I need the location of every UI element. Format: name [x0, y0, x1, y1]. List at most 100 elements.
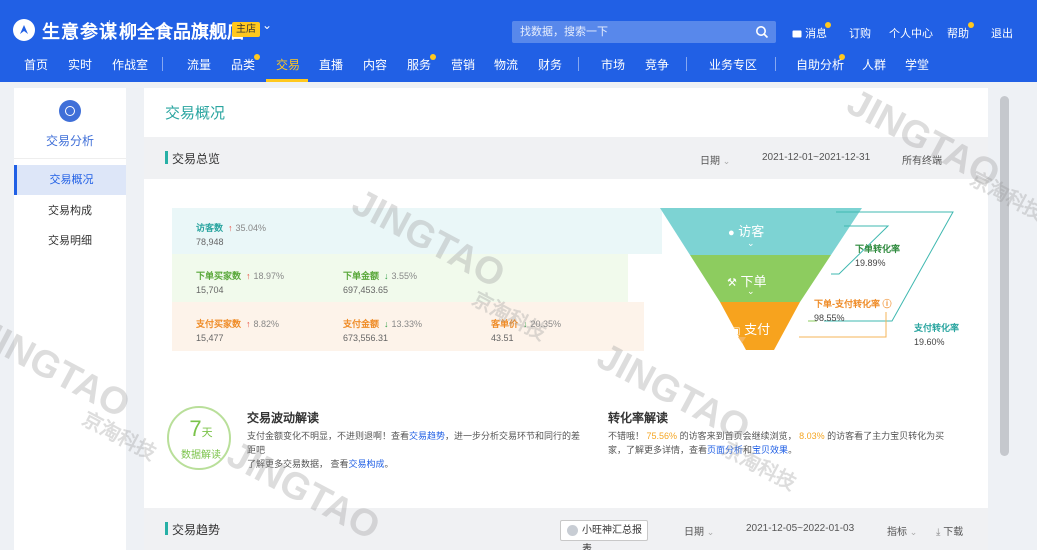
metric-value: 78,948: [196, 237, 224, 247]
metric-order-buyers[interactable]: 下单买家数 ↑ 18.97% 15,704: [196, 269, 284, 295]
nav-item-realtime[interactable]: 实时: [68, 56, 92, 73]
report-icon: [567, 525, 578, 536]
nav-item-self-analysis[interactable]: 自助分析: [796, 56, 844, 73]
search-icon[interactable]: [755, 25, 769, 39]
store-switch-chevron-icon[interactable]: ⌄: [262, 18, 272, 32]
metric-label: 支付金额: [343, 319, 380, 329]
metric-label: 下单买家数: [196, 271, 242, 281]
profile-link[interactable]: 个人中心: [889, 25, 933, 41]
subscribe-link[interactable]: 订购: [849, 25, 871, 41]
nav-item-category[interactable]: 品类: [231, 56, 255, 73]
metric-label: 访客数: [196, 223, 224, 233]
nav-item-trade[interactable]: 交易: [276, 56, 300, 73]
metric-change: 18.97%: [253, 271, 285, 281]
wallet-icon: ▣: [731, 326, 741, 337]
wave-insight-text: 支付金额变化不明显，不进则退啊！查看交易趋势，进一步分析交易环节和同行的差距吧 …: [247, 431, 581, 469]
trend-title: 交易趋势: [172, 523, 221, 537]
scrollbar-thumb[interactable]: [1000, 96, 1009, 456]
download-button[interactable]: ⤓ 下载: [936, 523, 963, 538]
main-nav: 首页 实时 作战室 流量 品类 交易 直播 内容 服务 营销 物流 财务 市场 …: [0, 50, 1037, 82]
metric-value: 673,556.31: [343, 333, 389, 343]
chevron-down-icon: ⌄: [909, 527, 918, 537]
message-icon: [792, 30, 802, 38]
section-accent: [165, 151, 168, 164]
search-input[interactable]: [512, 21, 752, 43]
trend-date-range: 2021-12-05~2022-01-03: [746, 523, 855, 534]
overview-title: 交易总览: [172, 152, 221, 166]
funnel-chevron-icon: ⌄: [747, 238, 755, 248]
metric-change: 35.04%: [235, 223, 267, 233]
sidebar-item-overview[interactable]: 交易概况: [14, 165, 126, 195]
nav-item-traffic[interactable]: 流量: [187, 56, 211, 73]
nav-item-marketing[interactable]: 营销: [451, 56, 475, 73]
order-rate-value: 19.89%: [855, 258, 886, 268]
brand-title: 生意参谋: [42, 22, 118, 42]
sidebar: 交易分析 交易概况 交易构成 交易明细: [14, 88, 126, 550]
logo-icon: [13, 19, 35, 41]
chevron-down-icon: ⌄: [722, 156, 731, 166]
date-label: 日期: [684, 527, 704, 538]
download-icon: ⤓: [936, 527, 941, 538]
sidebar-item-details[interactable]: 交易明细: [14, 226, 126, 256]
overview-date-selector[interactable]: 日期 ⌄: [700, 152, 730, 167]
active-nav-indicator: [266, 79, 308, 82]
metric-label: 客单价: [491, 319, 519, 329]
seven-day-badge[interactable]: 7天 数据解读: [167, 406, 231, 470]
nav-item-warroom[interactable]: 作战室: [112, 56, 148, 73]
trade-composition-link[interactable]: 交易构成: [349, 459, 385, 469]
sidebar-divider: [14, 158, 126, 159]
metric-visitors[interactable]: 访客数 ↑ 35.04% 78,948: [196, 221, 266, 247]
sidebar-item-composition[interactable]: 交易构成: [14, 196, 126, 226]
category-dot: [254, 54, 260, 60]
metric-change: 3.55%: [391, 271, 418, 281]
help-link[interactable]: 帮助: [947, 25, 969, 41]
arrow-down-icon: ↓: [384, 271, 389, 281]
report-button[interactable]: 小旺神汇总报表: [560, 520, 648, 550]
metric-unit-price[interactable]: 客单价 ↓ 20.35% 43.51: [491, 317, 561, 343]
arrow-up-icon: ↑: [228, 223, 233, 233]
pay-rate: 支付转化率 19.60%: [914, 321, 959, 347]
nav-item-competition[interactable]: 竞争: [645, 56, 669, 73]
conversion-insight-text: 不错哦！ 75.56% 的访客来到首页会继续浏览， 8.03% 的访客看了主力宝…: [608, 431, 945, 455]
nav-item-home[interactable]: 首页: [24, 56, 48, 73]
nav-item-finance[interactable]: 财务: [538, 56, 562, 73]
page-title: 交易概况: [165, 105, 226, 122]
nav-item-live[interactable]: 直播: [319, 56, 343, 73]
nav-item-market[interactable]: 市场: [601, 56, 625, 73]
nav-item-content[interactable]: 内容: [363, 56, 387, 73]
nav-item-academy[interactable]: 学堂: [905, 56, 929, 73]
pay-rate-value: 19.60%: [914, 337, 945, 347]
sidebar-title: 交易分析: [45, 134, 94, 148]
metric-pay-amount[interactable]: 支付金额 ↓ 13.33% 673,556.31: [343, 317, 422, 343]
nav-divider: [162, 57, 163, 71]
metric-value: 697,453.65: [343, 285, 389, 295]
nav-item-logistics[interactable]: 物流: [494, 56, 518, 73]
order-pay-rate-value: 98.55%: [814, 313, 845, 323]
indicator-selector[interactable]: 指标 ⌄: [887, 523, 917, 538]
nav-divider: [686, 57, 687, 71]
item-effect-link[interactable]: 宝贝效果: [752, 445, 788, 455]
metric-value: 43.51: [491, 333, 514, 343]
trend-date-selector[interactable]: 日期 ⌄: [684, 523, 714, 538]
nav-item-crowd[interactable]: 人群: [862, 56, 886, 73]
report-button-label: 小旺神汇总报表: [582, 525, 642, 550]
store-name[interactable]: 柳全食品旗舰店: [119, 18, 245, 44]
nav-item-business[interactable]: 业务专区: [709, 56, 757, 73]
nav-item-service[interactable]: 服务: [407, 56, 431, 73]
logout-link[interactable]: 退出: [991, 25, 1013, 41]
metric-order-amount[interactable]: 下单金额 ↓ 3.55% 697,453.65: [343, 269, 417, 295]
date-label: 日期: [700, 156, 720, 167]
message-link[interactable]: 消息: [792, 25, 827, 41]
nav-divider: [578, 57, 579, 71]
page-analysis-link[interactable]: 页面分析: [707, 445, 743, 455]
store-badge: 主店: [232, 22, 260, 37]
pay-rate-label: 支付转化率: [914, 323, 960, 333]
terminal-selector[interactable]: 所有终端: [902, 152, 942, 167]
help-circle-icon[interactable]: ⓘ: [883, 299, 892, 309]
main-content: 交易概况 交易总览 日期 ⌄ 2021-12-01~2021-12-31 所有终…: [144, 88, 988, 550]
help-dot: [968, 22, 974, 28]
order-rate: 下单转化率 19.89%: [855, 242, 900, 268]
metric-pay-buyers[interactable]: 支付买家数 ↑ 8.82% 15,477: [196, 317, 279, 343]
arrow-up-icon: ↑: [246, 319, 251, 329]
trade-trend-link[interactable]: 交易趋势: [409, 431, 445, 441]
